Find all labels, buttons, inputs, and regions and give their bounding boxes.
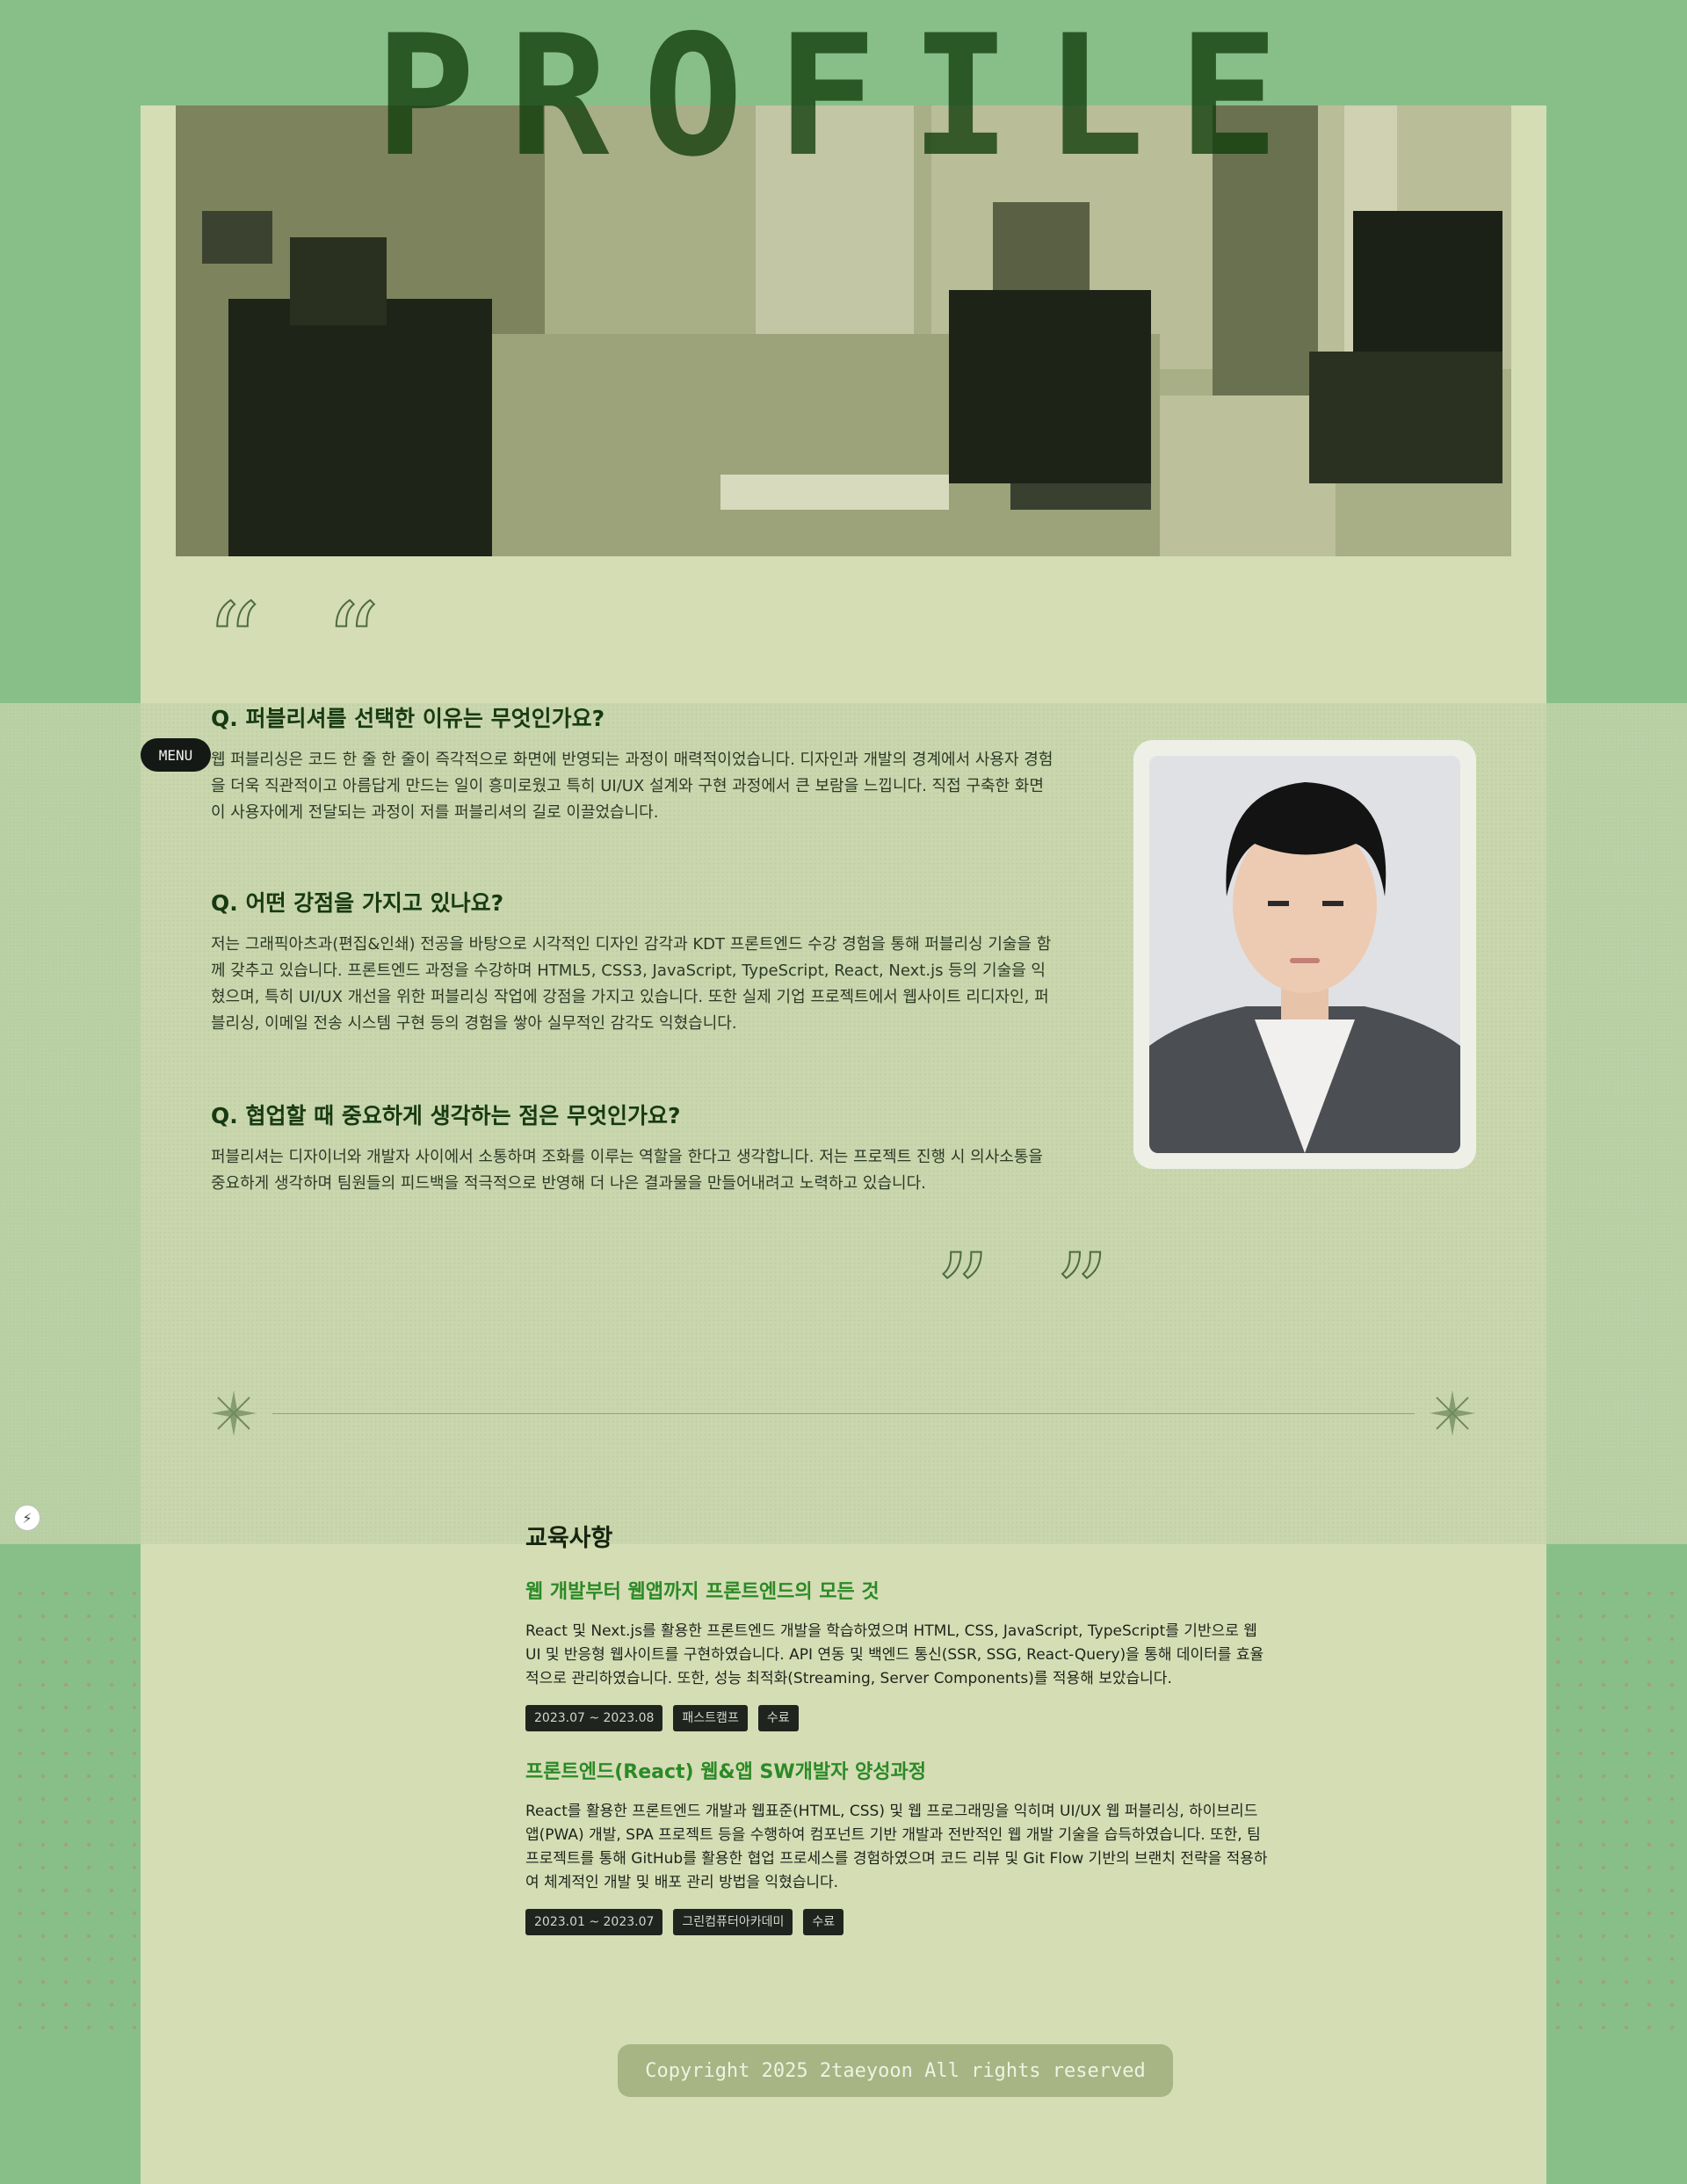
qa-answer: 저는 그래픽아츠과(편집&인쇄) 전공을 바탕으로 시각적인 디자인 감각과 K…: [211, 935, 1052, 1033]
decorative-dots-left: [9, 1582, 141, 2039]
sparkle-icon: [1430, 1390, 1475, 1436]
sparkle-icon: [211, 1390, 257, 1436]
page-title: PROFILE: [374, 18, 1313, 176]
decorative-dots-right: [1546, 1582, 1678, 2039]
qa-question: Q. 어떤 강점을 가지고 있나요?: [211, 890, 504, 916]
course-description: React 및 Next.js를 활용한 프론트엔드 개발을 학습하였으며 HT…: [525, 1622, 1264, 1687]
education-heading: 교육사항: [525, 1525, 613, 1552]
lightning-icon[interactable]: ⚡: [14, 1505, 40, 1531]
qa-item: Q. 어떤 강점을 가지고 있나요? 저는 그래픽아츠과(편집&인쇄) 전공을 …: [211, 886, 1054, 1037]
course-institution-tag: 그린컴퓨터아카데미: [673, 1909, 793, 1935]
course-title: 프론트엔드(React) 웹&앱 SW개발자 양성과정: [525, 1761, 927, 1783]
profile-photo: [1149, 756, 1460, 1153]
qa-answer: 퍼블리셔는 디자이너와 개발자 사이에서 소통하며 조화를 이루는 역할을 한다…: [211, 1148, 1043, 1193]
course-period-tag: 2023.07 ~ 2023.08: [525, 1705, 663, 1731]
course-status-tag: 수료: [757, 1705, 799, 1731]
qa-item: Q. 퍼블리셔를 선택한 이유는 무엇인가요? 웹 퍼블리싱은 코드 한 줄 한…: [211, 701, 1054, 826]
open-quote-icon: “ “: [206, 582, 395, 704]
close-quote-icon: ” ”: [935, 1232, 1125, 1354]
course-period-tag: 2023.01 ~ 2023.07: [525, 1909, 663, 1935]
portrait-illustration: [1149, 756, 1460, 1153]
qa-question: Q. 퍼블리셔를 선택한 이유는 무엇인가요?: [211, 706, 605, 731]
qa-answer: 웹 퍼블리싱은 코드 한 줄 한 줄이 즉각적으로 화면에 반영되는 과정이 매…: [211, 751, 1053, 822]
course-title: 웹 개발부터 웹앱까지 프론트엔드의 모든 것: [525, 1581, 880, 1603]
qa-question: Q. 협업할 때 중요하게 생각하는 점은 무엇인가요?: [211, 1103, 681, 1128]
course-tags: 2023.01 ~ 2023.07 그린컴퓨터아카데미 수료: [525, 1909, 1272, 1935]
footer-copyright: Copyright 2025 2taeyoon All rights reser…: [618, 2044, 1173, 2097]
course-description: React를 활용한 프론트엔드 개발과 웹표준(HTML, CSS) 및 웹 …: [525, 1803, 1268, 1891]
education-section: 교육사항 웹 개발부터 웹앱까지 프론트엔드의 모든 것 React 및 Nex…: [525, 1519, 1272, 1960]
menu-button[interactable]: MENU: [141, 738, 211, 772]
course-item: 웹 개발부터 웹앱까지 프론트엔드의 모든 것 React 및 Next.js를…: [525, 1576, 1272, 1731]
profile-photo-frame: [1133, 740, 1476, 1169]
course-tags: 2023.07 ~ 2023.08 패스트캠프 수료: [525, 1705, 1272, 1731]
course-item: 프론트엔드(React) 웹&앱 SW개발자 양성과정 React를 활용한 프…: [525, 1756, 1272, 1935]
section-divider: [272, 1413, 1415, 1414]
course-institution-tag: 패스트캠프: [673, 1705, 748, 1731]
course-status-tag: 수료: [803, 1909, 844, 1935]
qa-item: Q. 협업할 때 중요하게 생각하는 점은 무엇인가요? 퍼블리셔는 디자이너와…: [211, 1099, 1054, 1197]
